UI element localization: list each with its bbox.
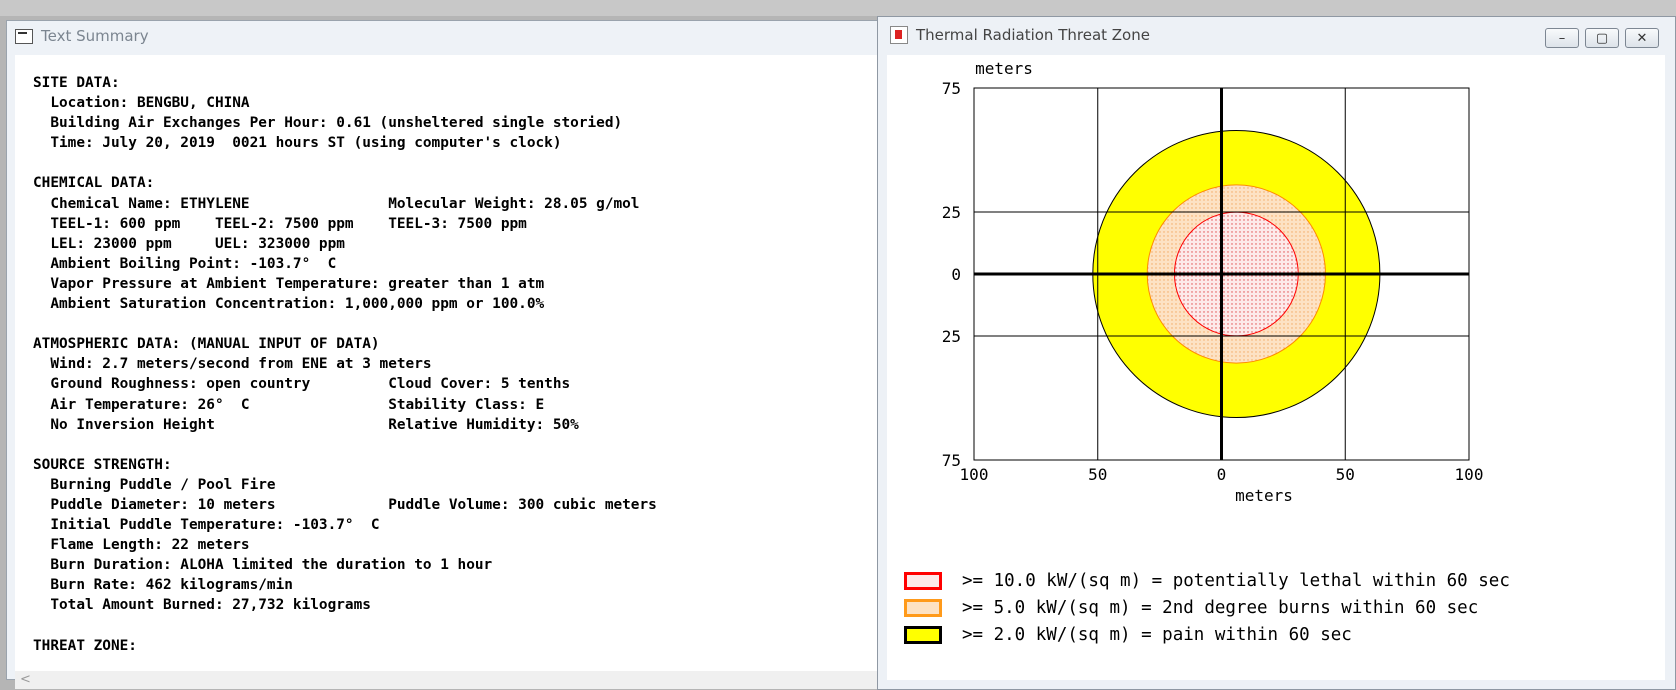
legend-label: >= 5.0 kW/(sq m) = 2nd degree burns with… [962, 597, 1479, 618]
summary-line: Time: July 20, 2019 0021 hours ST (using… [33, 135, 562, 152]
window-controls: – ▢ ✕ [1545, 28, 1659, 48]
text-summary-app-icon [15, 28, 33, 44]
x-axis-label: meters [1235, 486, 1293, 505]
threat-zone-titlebar[interactable]: Thermal Radiation Threat Zone – ▢ ✕ [878, 17, 1675, 53]
x-tick-label: 100 [1455, 465, 1484, 484]
close-button[interactable]: ✕ [1625, 28, 1659, 48]
summary-line: THREAT ZONE: [33, 637, 137, 654]
summary-line: Air Temperature: 26° C Stability Class: … [33, 396, 545, 413]
summary-line: Vapor Pressure at Ambient Temperature: g… [33, 275, 545, 292]
summary-line: SITE DATA: [33, 75, 120, 91]
summary-line: Burn Duration: ALOHA limited the duratio… [33, 557, 493, 574]
y-tick-label: 75 [942, 451, 961, 470]
desktop-top-strip [0, 0, 1676, 16]
threat-zone-window[interactable]: Thermal Radiation Threat Zone – ▢ ✕ 75 25… [877, 16, 1676, 690]
text-summary-titlebar[interactable]: Text Summary [7, 21, 885, 51]
y-tick-label: 25 [942, 327, 961, 346]
summary-line: Total Amount Burned: 27,732 kilograms [33, 597, 371, 614]
plot-area: 75 25 0 25 75 100 50 0 50 100 meters meters >= 10.0… [887, 55, 1665, 680]
summary-line [33, 616, 895, 636]
legend-swatch [904, 598, 942, 617]
legend-item: >= 2.0 kW/(sq m) = pain within 60 sec [904, 621, 1510, 648]
summary-text-block: SITE DATA: Location: BENGBU, CHINA Build… [15, 55, 895, 656]
summary-line: Burning Puddle / Pool Fire [33, 476, 276, 493]
x-tick-label: 50 [1088, 465, 1107, 484]
maximize-button[interactable]: ▢ [1585, 28, 1619, 48]
legend-swatch [904, 571, 942, 590]
summary-line: Burn Rate: 462 kilograms/min [33, 577, 293, 594]
summary-line [33, 153, 895, 173]
threat-zone-title: Thermal Radiation Threat Zone [916, 26, 1150, 44]
summary-line: Ambient Saturation Concentration: 1,000,… [33, 296, 545, 313]
summary-line: Building Air Exchanges Per Hour: 0.61 (u… [33, 115, 623, 132]
legend: >= 10.0 kW/(sq m) = potentially lethal w… [904, 567, 1510, 648]
summary-line: No Inversion Height Relative Humidity: 5… [33, 416, 579, 433]
summary-line: ATMOSPHERIC DATA: (MANUAL INPUT OF DATA) [33, 336, 380, 353]
legend-label: >= 10.0 kW/(sq m) = potentially lethal w… [962, 570, 1510, 591]
y-axis-label: meters [975, 59, 1033, 78]
summary-line: TEEL-1: 600 ppm TEEL-2: 7500 ppm TEEL-3:… [33, 215, 527, 232]
y-tick-label: 0 [951, 265, 961, 284]
scroll-left-icon[interactable]: < [20, 672, 31, 687]
summary-line: Flame Length: 22 meters [33, 537, 250, 554]
legend-item: >= 5.0 kW/(sq m) = 2nd degree burns with… [904, 594, 1510, 621]
x-tick-label: 100 [960, 465, 989, 484]
text-summary-window[interactable]: Text Summary SITE DATA: Location: BENGBU… [6, 20, 895, 689]
summary-line: Wind: 2.7 meters/second from ENE at 3 me… [33, 356, 432, 373]
x-tick-label: 0 [1217, 465, 1227, 484]
summary-line: Location: BENGBU, CHINA [33, 95, 250, 112]
text-summary-content[interactable]: SITE DATA: Location: BENGBU, CHINA Build… [15, 55, 895, 671]
summary-line: Ground Roughness: open country Cloud Cov… [33, 376, 571, 393]
summary-line: Ambient Boiling Point: -103.7° C [33, 255, 337, 272]
legend-swatch [904, 625, 942, 644]
summary-line: SOURCE STRENGTH: [33, 456, 172, 473]
legend-label: >= 2.0 kW/(sq m) = pain within 60 sec [962, 624, 1352, 645]
summary-line: CHEMICAL DATA: [33, 175, 155, 192]
text-summary-title: Text Summary [41, 27, 149, 45]
summary-line: Chemical Name: ETHYLENE Molecular Weight… [33, 195, 640, 212]
summary-line: Puddle Diameter: 10 meters Puddle Volume… [33, 496, 657, 513]
summary-line [33, 435, 895, 455]
threat-zone-app-icon [890, 26, 908, 44]
summary-line: LEL: 23000 ppm UEL: 323000 ppm [33, 235, 345, 252]
minimize-button[interactable]: – [1545, 28, 1579, 48]
threat-zone-chart: 752502575100 50 0 50 100metersmeters [942, 59, 1484, 505]
x-tick-label: 50 [1336, 465, 1355, 484]
legend-item: >= 10.0 kW/(sq m) = potentially lethal w… [904, 567, 1510, 594]
y-tick-label: 75 [942, 79, 961, 98]
horizontal-scrollbar[interactable]: < [15, 671, 887, 689]
summary-line [33, 314, 895, 334]
y-tick-label: 25 [942, 203, 961, 222]
summary-line: Initial Puddle Temperature: -103.7° C [33, 517, 380, 534]
